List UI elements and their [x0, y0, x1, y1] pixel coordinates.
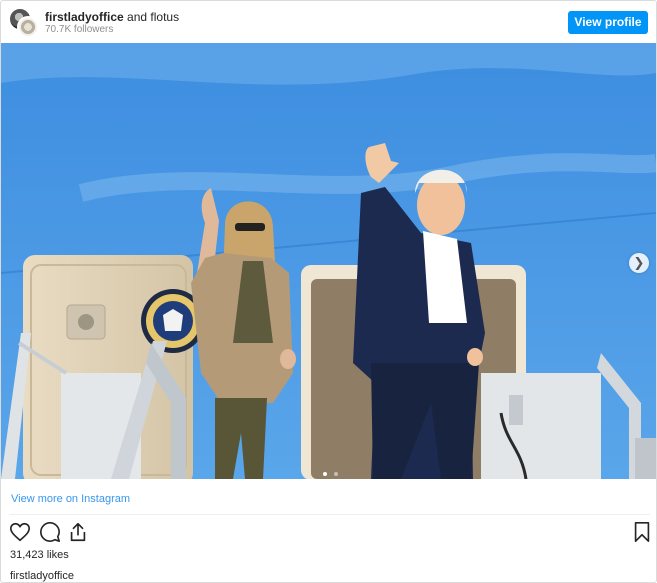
account-connector: and — [127, 10, 148, 24]
account-names: firstladyoffice and flotus — [45, 10, 179, 24]
account-link-secondary[interactable]: flotus — [150, 10, 179, 24]
bookmark-icon[interactable] — [631, 521, 653, 543]
divider — [9, 514, 650, 515]
comment-icon[interactable] — [39, 521, 61, 543]
account-link-primary[interactable]: firstladyoffice — [45, 10, 124, 24]
carousel-dot-active — [323, 472, 327, 476]
heart-icon[interactable] — [9, 521, 31, 543]
view-profile-button[interactable]: View profile — [568, 11, 648, 34]
carousel-indicator — [323, 463, 341, 476]
like-count: 31,423 likes — [10, 549, 69, 561]
avatar[interactable] — [9, 8, 39, 38]
avatar-secondary — [17, 16, 39, 38]
post-photo[interactable] — [1, 43, 656, 479]
post-header: firstladyoffice and flotus 70.7K followe… — [1, 1, 656, 43]
instagram-embed: firstladyoffice and flotus 70.7K followe… — [0, 0, 657, 583]
action-bar — [9, 521, 650, 545]
chevron-right-icon[interactable]: ❯ — [629, 253, 649, 273]
view-more-link[interactable]: View more on Instagram — [11, 492, 130, 506]
follower-count: 70.7K followers — [45, 24, 114, 35]
caption-username[interactable]: firstladyoffice — [10, 569, 74, 583]
share-icon[interactable] — [67, 521, 89, 543]
